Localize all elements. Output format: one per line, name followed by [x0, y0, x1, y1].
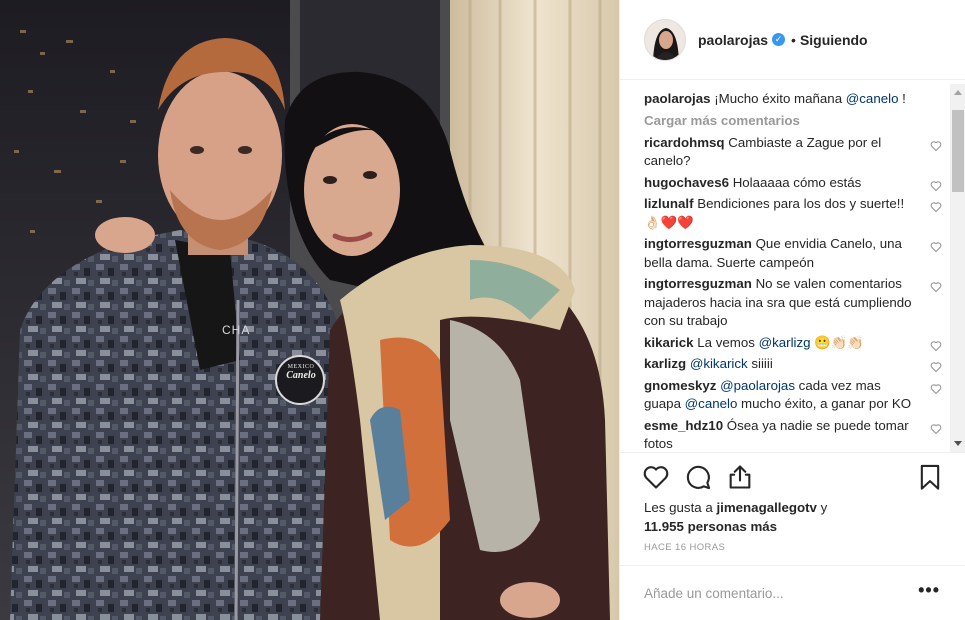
comment-mention[interactable]: @kikarick: [690, 356, 748, 371]
comment-like-heart-icon[interactable]: [930, 201, 942, 213]
post-header: paolarojas ✓ • Siguiendo: [620, 0, 965, 80]
caption: paolarojas ¡Mucho éxito mañana @canelo !: [644, 90, 944, 109]
add-comment-bar: •••: [620, 565, 965, 620]
comment-username[interactable]: hugochaves6: [644, 175, 729, 190]
comment-username[interactable]: esme_hdz10: [644, 418, 723, 433]
caption-mention[interactable]: @canelo: [846, 91, 899, 106]
comment-username[interactable]: ricardohmsq: [644, 135, 725, 150]
avatar-image: [645, 19, 685, 60]
comment-mention[interactable]: @paolarojas: [720, 378, 795, 393]
comment-row: kikarick La vemos @karlizg 😬👏🏻👏🏻: [644, 334, 944, 353]
comment-text: siiiii: [747, 356, 773, 371]
comment-like-heart-icon[interactable]: [930, 140, 942, 152]
comment-username[interactable]: ingtorresguzman: [644, 236, 752, 251]
post-timestamp[interactable]: HACE 16 HORAS: [644, 542, 725, 553]
scroll-thumb[interactable]: [952, 110, 964, 192]
comment-text: Holaaaaa cómo estás: [732, 174, 862, 190]
scroll-up-arrow-icon[interactable]: [954, 90, 962, 95]
likes-suffix[interactable]: personas más: [688, 519, 777, 534]
avatar[interactable]: [644, 18, 686, 61]
comment-like-heart-icon[interactable]: [930, 423, 942, 435]
post-actions: [620, 452, 965, 498]
caption-username[interactable]: paolarojas: [644, 91, 711, 106]
comment-like-heart-icon[interactable]: [930, 340, 942, 352]
comment-username[interactable]: kikarick: [644, 335, 694, 350]
comment-row: hugochaves6 Holaaaaa cómo estás: [644, 174, 944, 193]
header-username[interactable]: paolarojas: [698, 32, 768, 48]
comment-row: gnomeskyz @paolarojas cada vez mas guapa…: [644, 377, 944, 414]
comment-text: La vemos: [697, 334, 759, 350]
caption-text: ¡Mucho éxito mañana: [714, 91, 846, 106]
photo-badge-line: Canelo: [286, 370, 316, 381]
comment-mention[interactable]: @canelo: [685, 396, 738, 411]
comment-mention[interactable]: @karlizg: [759, 335, 811, 350]
comment-username[interactable]: gnomeskyz: [644, 378, 716, 393]
comment-text: mucho éxito, a ganar por KO: [737, 396, 912, 411]
comment-username[interactable]: lizlunalf: [644, 196, 694, 211]
verified-badge-icon: ✓: [772, 33, 786, 46]
comment-row: lizlunalf Bendiciones para los dos y sue…: [644, 195, 944, 232]
header-separator: •: [791, 31, 796, 48]
comment-like-heart-icon[interactable]: [930, 383, 942, 395]
more-options-icon[interactable]: •••: [918, 580, 940, 601]
likes-connector: y: [816, 500, 828, 515]
post-side-panel: paolarojas ✓ • Siguiendo paolarojas ¡Muc…: [619, 0, 965, 620]
add-comment-input[interactable]: [644, 582, 894, 604]
photo-badge: MEXICO Canelo: [283, 364, 319, 381]
heart-outline-icon[interactable]: [642, 463, 670, 491]
comment-row: esme_hdz10 Ósea ya nadie se puede tomar …: [644, 417, 944, 448]
comment-like-heart-icon[interactable]: [930, 361, 942, 373]
caption-text-end: !: [898, 91, 906, 106]
comment-row: ricardohmsq Cambiaste a Zague por el can…: [644, 134, 944, 171]
comment-username[interactable]: karlizg: [644, 356, 686, 371]
load-more-comments-button[interactable]: Cargar más comentarios: [644, 112, 944, 130]
comment-like-heart-icon[interactable]: [930, 281, 942, 293]
comment-text: 😬👏🏻👏🏻: [810, 334, 864, 350]
scroll-down-arrow-icon[interactable]: [954, 441, 962, 446]
photo-illustration: [0, 0, 619, 620]
likes-count[interactable]: 11.955: [644, 519, 684, 534]
photo-shirt-text: CHA: [222, 323, 251, 337]
comment-like-heart-icon[interactable]: [930, 241, 942, 253]
likes-prefix: Les gusta a: [644, 500, 717, 515]
likes-first-user[interactable]: jimenagallegotv: [716, 500, 817, 515]
share-arrow-icon[interactable]: [726, 463, 754, 491]
comment-like-heart-icon[interactable]: [930, 180, 942, 192]
comments-list[interactable]: paolarojas ¡Mucho éxito mañana @canelo !…: [644, 90, 944, 448]
follow-status-button[interactable]: Siguiendo: [800, 32, 868, 48]
comment-row: ingtorresguzman No se valen comentarios …: [644, 275, 944, 331]
post-photo[interactable]: MEXICO Canelo CHA: [0, 0, 619, 620]
likes-summary[interactable]: Les gusta a jimenagallegotv y 11.955 per…: [644, 498, 864, 536]
bookmark-icon[interactable]: [916, 463, 944, 491]
comment-username[interactable]: ingtorresguzman: [644, 276, 752, 291]
speech-bubble-icon[interactable]: [684, 463, 712, 491]
comment-row: karlizg @kikarick siiiii: [644, 355, 944, 374]
comment-row: ingtorresguzman Que envidia Canelo, una …: [644, 235, 944, 272]
comments-scrollbar[interactable]: [950, 84, 965, 452]
